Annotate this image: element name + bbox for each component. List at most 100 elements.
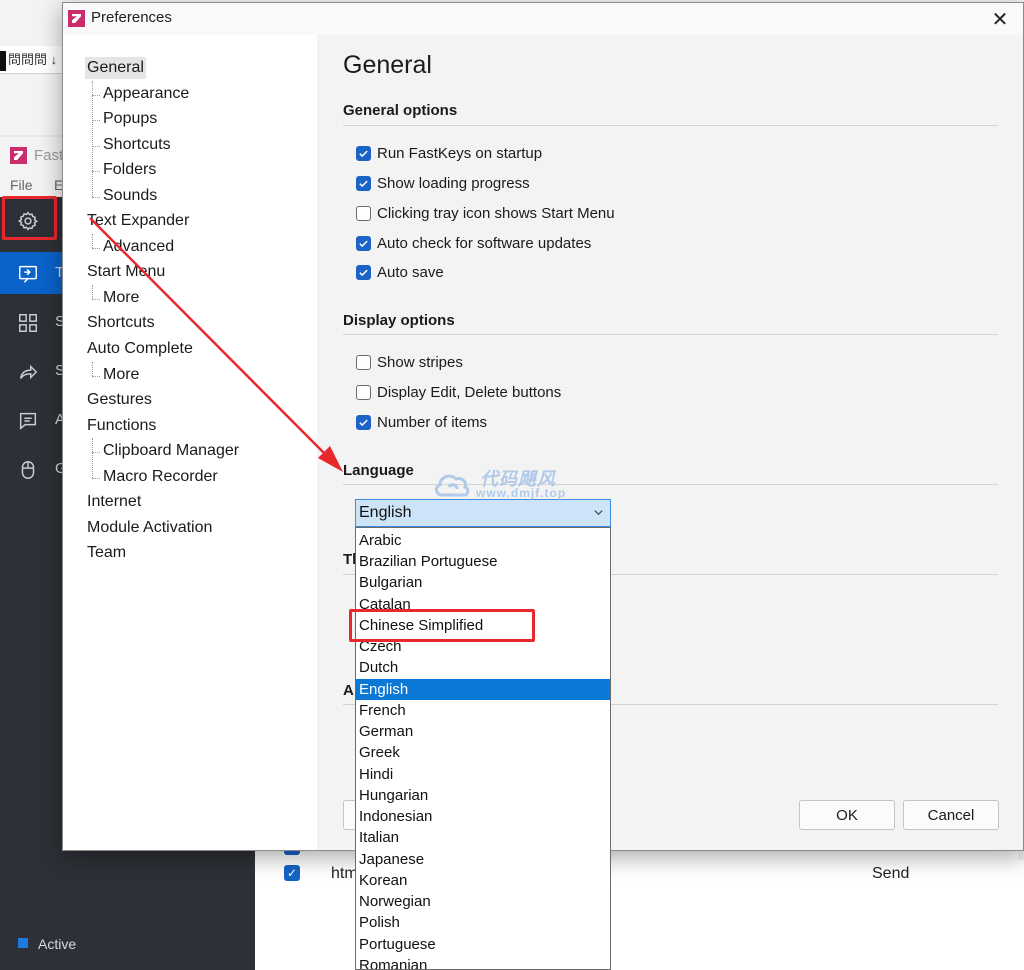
checkbox-checked-icon[interactable] — [356, 415, 371, 430]
text-expander-icon[interactable] — [0, 252, 55, 296]
background-app-title: Fast — [34, 147, 64, 164]
section-divider — [343, 334, 998, 335]
option-auto-save[interactable]: Auto save — [356, 264, 444, 281]
language-option[interactable]: Portuguese — [356, 934, 610, 955]
language-option[interactable]: Greek — [356, 742, 610, 763]
language-option-selected[interactable]: English — [356, 679, 610, 700]
option-show-loading-progress[interactable]: Show loading progress — [356, 175, 530, 192]
cloud-logo-icon — [434, 474, 470, 497]
option-tray-icon-start-menu[interactable]: Clicking tray icon shows Start Menu — [356, 205, 615, 222]
nav-item-general[interactable]: General — [85, 57, 146, 79]
language-select[interactable]: English — [355, 499, 611, 527]
nav-item-shortcuts[interactable]: Shortcuts — [101, 134, 173, 156]
language-option[interactable]: Hindi — [356, 764, 610, 785]
checkbox-unchecked-icon[interactable] — [356, 355, 371, 370]
row-text: htm — [331, 865, 358, 882]
page-title: General — [343, 51, 432, 79]
option-show-stripes[interactable]: Show stripes — [356, 354, 463, 371]
tree-connector — [92, 120, 100, 121]
preferences-nav-tree: General Appearance Popups Shortcuts Fold… — [63, 35, 317, 850]
nav-item-module-activation[interactable]: Module Activation — [85, 517, 214, 539]
section-divider — [343, 125, 998, 126]
dialog-titlebar[interactable]: Preferences ✕ — [63, 3, 1023, 35]
nav-item-start-menu-more[interactable]: More — [101, 287, 141, 309]
status-label: Active — [38, 936, 77, 952]
message-icon[interactable] — [0, 399, 55, 443]
language-option[interactable]: German — [356, 721, 610, 742]
nav-item-clipboard-manager[interactable]: Clipboard Manager — [101, 440, 241, 462]
nav-item-popups[interactable]: Popups — [101, 108, 159, 130]
watermark: 代码飓风 www.dmjf.top — [432, 463, 602, 503]
option-run-on-startup[interactable]: Run FastKeys on startup — [356, 145, 542, 162]
nav-item-shortcuts-root[interactable]: Shortcuts — [85, 312, 157, 334]
nav-item-functions[interactable]: Functions — [85, 415, 158, 437]
menu-file[interactable]: File — [10, 177, 33, 193]
tree-connector — [92, 362, 93, 376]
tree-connector — [92, 478, 100, 479]
mouse-icon[interactable] — [0, 448, 55, 492]
language-option[interactable]: French — [356, 700, 610, 721]
option-display-edit-delete[interactable]: Display Edit, Delete buttons — [356, 384, 561, 401]
tree-connector — [92, 438, 93, 478]
checkbox-checked-icon[interactable] — [356, 176, 371, 191]
nav-item-advanced[interactable]: Advanced — [101, 236, 176, 258]
language-option[interactable]: Norwegian — [356, 891, 610, 912]
language-option[interactable]: Brazilian Portuguese — [356, 551, 610, 572]
tree-connector — [92, 248, 100, 249]
tree-connector — [92, 95, 100, 96]
chinese-simplified-highlight-box — [349, 609, 535, 642]
tree-connector — [92, 376, 100, 377]
section-title-partial: A — [343, 682, 354, 699]
nav-item-auto-complete[interactable]: Auto Complete — [85, 338, 195, 360]
language-option[interactable]: Arabic — [356, 530, 610, 551]
language-option[interactable]: Dutch — [356, 657, 610, 678]
tree-connector — [92, 197, 100, 198]
checkbox-checked-icon[interactable] — [356, 146, 371, 161]
nav-item-auto-complete-more[interactable]: More — [101, 364, 141, 386]
option-auto-check-updates[interactable]: Auto check for software updates — [356, 235, 591, 252]
share-arrow-icon[interactable] — [0, 350, 55, 394]
tree-connector — [92, 171, 100, 172]
language-dropdown-list: Arabic Brazilian Portuguese Bulgarian Ca… — [355, 527, 611, 970]
close-icon[interactable]: ✕ — [977, 3, 1023, 35]
fastkeys-logo-icon — [10, 147, 27, 164]
dialog-title: Preferences — [91, 9, 172, 26]
section-title-general-options: General options — [343, 102, 458, 119]
tree-connector — [92, 299, 100, 300]
grid-icon[interactable] — [0, 301, 55, 345]
language-option[interactable]: Polish — [356, 912, 610, 933]
tree-connector — [92, 146, 100, 147]
gear-highlight-box — [2, 196, 57, 240]
checkbox-checked-icon[interactable] — [356, 265, 371, 280]
checkbox-unchecked-icon[interactable] — [356, 385, 371, 400]
nav-item-macro-recorder[interactable]: Macro Recorder — [101, 466, 220, 488]
language-option[interactable]: Italian — [356, 827, 610, 848]
language-option[interactable]: Japanese — [356, 849, 610, 870]
nav-item-team[interactable]: Team — [85, 542, 128, 564]
fastkeys-logo-icon — [68, 10, 85, 27]
nav-item-text-expander[interactable]: Text Expander — [85, 210, 191, 232]
nav-item-appearance[interactable]: Appearance — [101, 83, 191, 105]
tree-connector — [92, 285, 93, 299]
nav-item-folders[interactable]: Folders — [101, 159, 158, 181]
nav-item-gestures[interactable]: Gestures — [85, 389, 154, 411]
cancel-button[interactable]: Cancel — [903, 800, 999, 830]
row-action[interactable]: Send — [872, 865, 909, 883]
language-option[interactable]: Bulgarian — [356, 572, 610, 593]
language-option[interactable]: Romanian — [356, 955, 610, 969]
section-title-language: Language — [343, 462, 414, 479]
nav-item-internet[interactable]: Internet — [85, 491, 143, 513]
ok-button[interactable]: OK — [799, 800, 895, 830]
language-option[interactable]: Indonesian — [356, 806, 610, 827]
row-checkbox[interactable]: ✓ — [284, 865, 300, 881]
option-number-of-items[interactable]: Number of items — [356, 414, 487, 431]
language-option[interactable]: Hungarian — [356, 785, 610, 806]
nav-item-start-menu[interactable]: Start Menu — [85, 261, 167, 283]
language-option[interactable]: Korean — [356, 870, 610, 891]
nav-item-sounds[interactable]: Sounds — [101, 185, 159, 207]
status-indicator-icon — [18, 938, 28, 948]
checkbox-unchecked-icon[interactable] — [356, 206, 371, 221]
watermark-url: www.dmjf.top — [476, 486, 567, 500]
checkbox-checked-icon[interactable] — [356, 236, 371, 251]
tree-connector — [92, 81, 93, 197]
